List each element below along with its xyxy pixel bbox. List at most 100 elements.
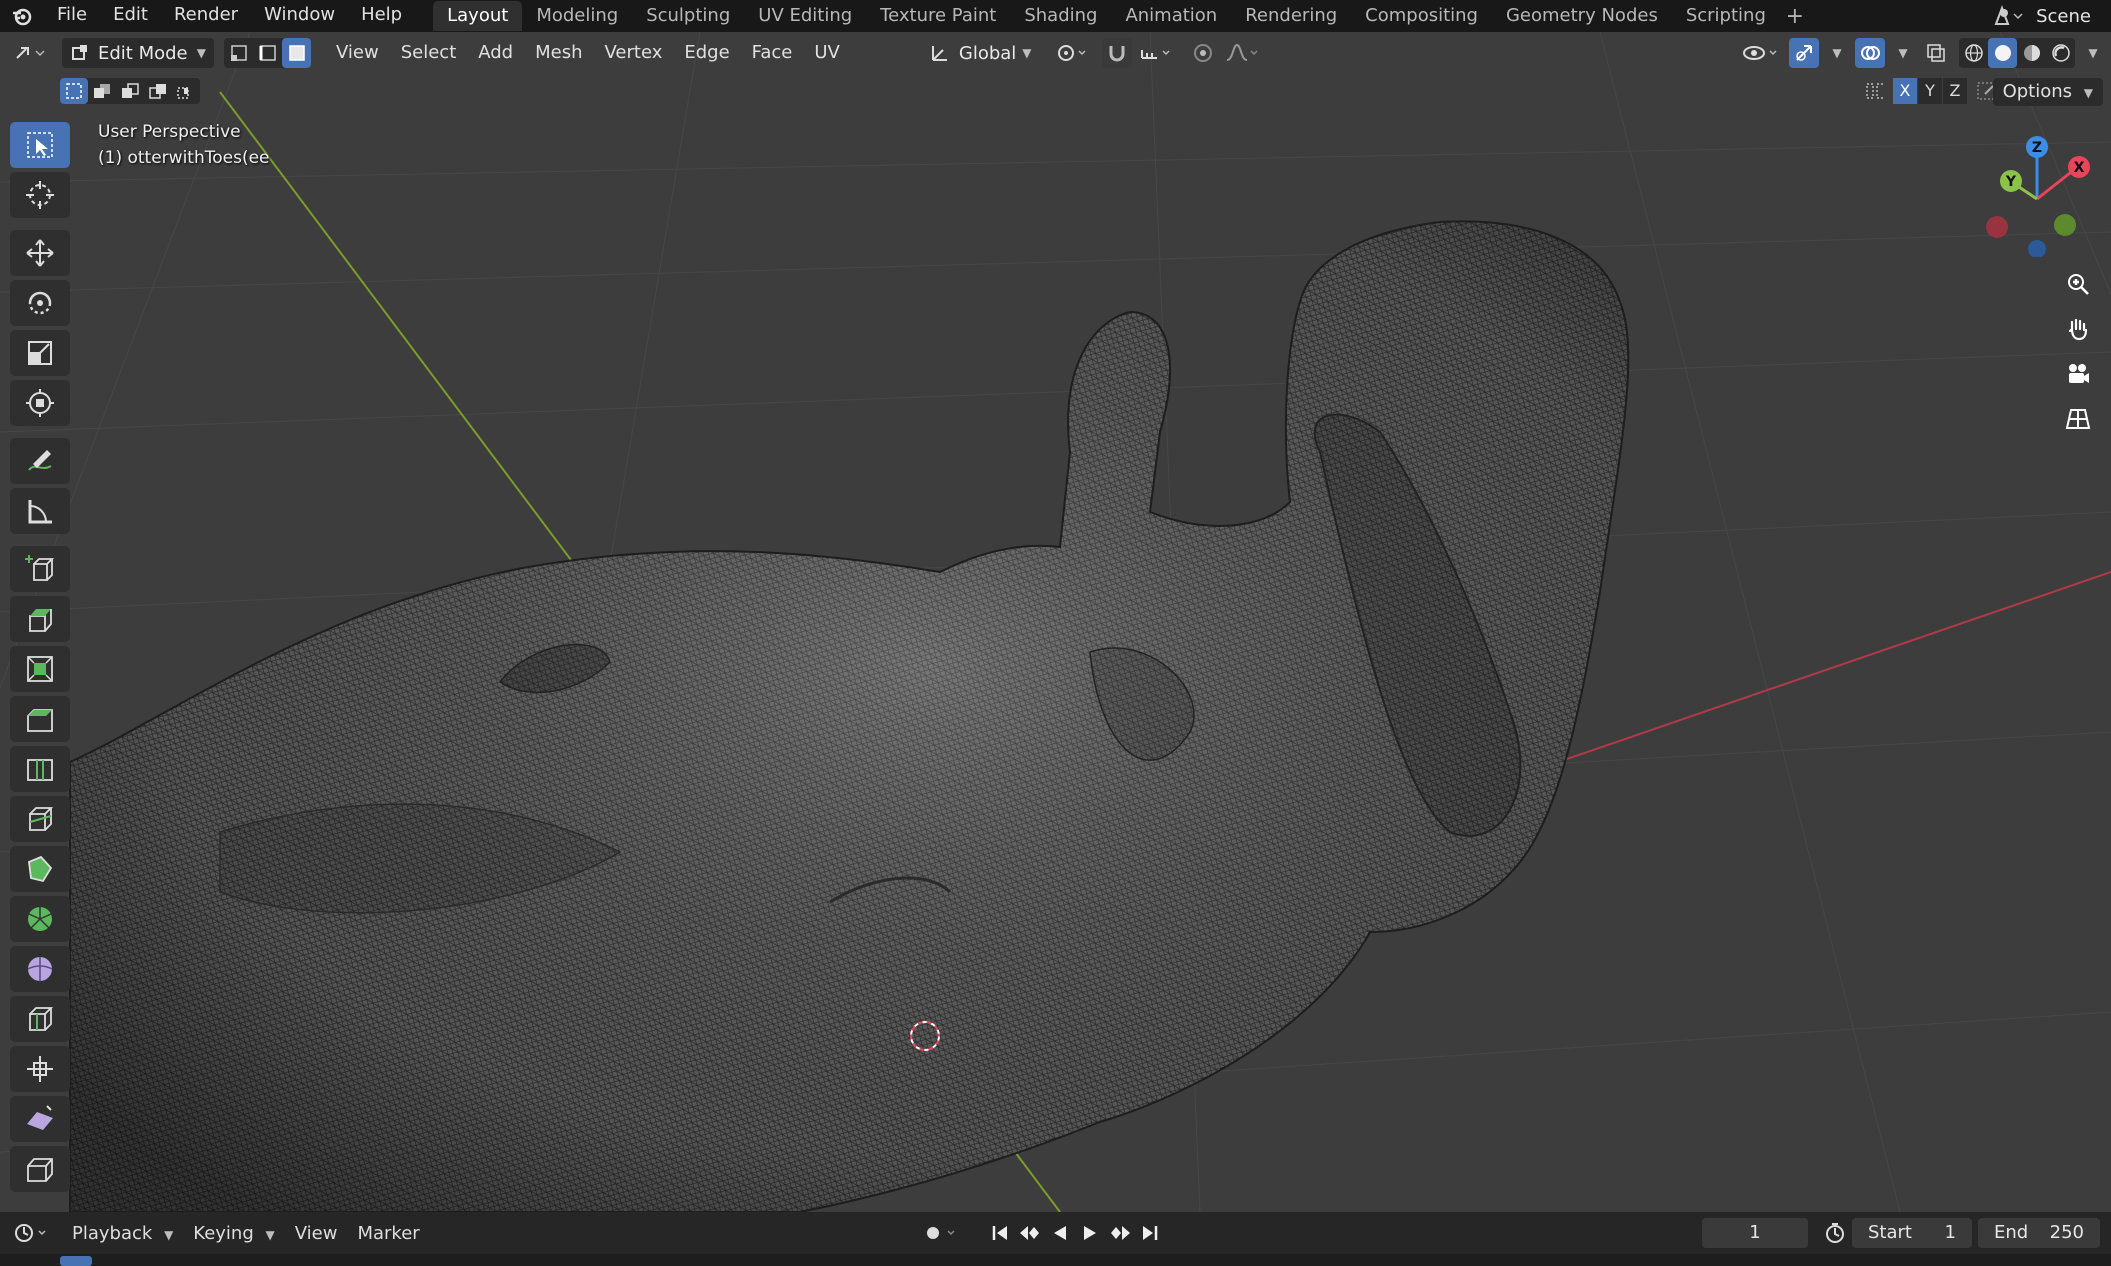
preview-range-toggle[interactable] [1820, 1218, 1850, 1248]
tool-measure[interactable] [10, 488, 70, 534]
mirror-x-toggle[interactable]: X [1893, 78, 1917, 104]
editor-type-button[interactable] [8, 38, 56, 68]
menu-select[interactable]: Select [390, 38, 468, 68]
scene-selector[interactable]: Scene [1990, 0, 2111, 32]
next-keyframe-button[interactable] [1105, 1218, 1135, 1248]
tool-add-cube[interactable] [10, 546, 70, 592]
zoom-button[interactable] [2058, 264, 2098, 304]
snap-toggle[interactable] [1101, 38, 1132, 68]
tool-knife[interactable] [10, 796, 70, 842]
gizmo-dropdown[interactable]: ▼ [1823, 38, 1845, 68]
vertex-select-button[interactable] [224, 38, 253, 68]
tab-animation[interactable]: Animation [1111, 1, 1231, 31]
material-shading-button[interactable] [2017, 38, 2046, 68]
tool-shear[interactable] [10, 1096, 70, 1142]
select-invert-button[interactable] [144, 78, 172, 104]
snap-target-button[interactable] [1136, 38, 1178, 68]
edge-select-button[interactable] [253, 38, 282, 68]
solid-shading-button[interactable] [1988, 38, 2017, 68]
gizmo-neg-z-axis[interactable] [2028, 240, 2046, 257]
select-new-button[interactable] [60, 78, 88, 104]
proportional-falloff-button[interactable] [1222, 38, 1264, 68]
overlays-toggle[interactable] [1855, 38, 1885, 68]
tool-edge-slide[interactable] [10, 996, 70, 1042]
menu-edit[interactable]: Edit [100, 0, 161, 32]
overlays-dropdown[interactable]: ▼ [1889, 38, 1911, 68]
tool-transform[interactable] [10, 380, 70, 426]
tab-texture-paint[interactable]: Texture Paint [866, 1, 1010, 31]
pivot-point-button[interactable] [1052, 38, 1094, 68]
mirror-y-toggle[interactable]: Y [1918, 78, 1942, 104]
timeline-menu-playback[interactable]: Playback ▼ [62, 1223, 183, 1244]
jump-start-button[interactable] [985, 1218, 1015, 1248]
menu-vertex[interactable]: Vertex [594, 38, 674, 68]
tool-poly-build[interactable] [10, 846, 70, 892]
options-dropdown[interactable]: Options ▼ [1992, 78, 2103, 106]
timeline-ruler[interactable] [0, 1254, 2111, 1266]
menu-edge[interactable]: Edge [673, 38, 740, 68]
tab-rendering[interactable]: Rendering [1231, 1, 1351, 31]
menu-render[interactable]: Render [161, 0, 251, 32]
face-select-button[interactable] [282, 38, 311, 68]
tool-loop-cut[interactable] [10, 746, 70, 792]
start-frame-field[interactable]: Start 1 [1852, 1218, 1972, 1248]
3d-viewport[interactable]: Edit Mode ▼ View Select Add Mesh Vertex … [0, 32, 2111, 1212]
tool-extrude-region[interactable] [10, 596, 70, 642]
menu-help[interactable]: Help [348, 0, 415, 32]
tool-rotate[interactable] [10, 280, 70, 326]
menu-view[interactable]: View [325, 38, 390, 68]
blender-logo-icon[interactable] [0, 0, 44, 32]
tool-smooth[interactable] [10, 946, 70, 992]
end-frame-field[interactable]: End 250 [1978, 1218, 2100, 1248]
pan-button[interactable] [2058, 309, 2098, 349]
tool-rip-region[interactable] [10, 1146, 70, 1192]
tab-layout[interactable]: Layout [433, 1, 523, 31]
tab-sculpting[interactable]: Sculpting [632, 1, 744, 31]
proportional-edit-toggle[interactable] [1188, 38, 1218, 68]
play-reverse-button[interactable] [1045, 1218, 1075, 1248]
tool-select-box[interactable] [10, 122, 70, 168]
gizmo-neg-y-axis[interactable] [2054, 214, 2076, 236]
select-intersect-button[interactable] [172, 78, 200, 104]
mode-selector[interactable]: Edit Mode ▼ [62, 38, 214, 68]
current-frame-field[interactable]: 1 [1702, 1218, 1808, 1248]
tool-bevel[interactable] [10, 696, 70, 742]
visibility-button[interactable] [1739, 38, 1785, 68]
gizmo-neg-x-axis[interactable] [1986, 216, 2008, 238]
tab-geometry-nodes[interactable]: Geometry Nodes [1492, 1, 1672, 31]
tool-annotate[interactable] [10, 438, 70, 484]
tool-shrink-fatten[interactable] [10, 1046, 70, 1092]
tab-shading[interactable]: Shading [1010, 1, 1111, 31]
tool-scale[interactable] [10, 330, 70, 376]
auto-keying-toggle[interactable] [922, 1218, 964, 1248]
tab-scripting[interactable]: Scripting [1672, 1, 1780, 31]
gizmo-toggle[interactable] [1789, 38, 1819, 68]
tab-modeling[interactable]: Modeling [522, 1, 632, 31]
transform-orientation-selector[interactable]: Global ▼ [921, 38, 1040, 68]
mirror-z-toggle[interactable]: Z [1943, 78, 1967, 104]
xray-toggle[interactable] [1921, 38, 1951, 68]
rendered-shading-button[interactable] [2046, 38, 2075, 68]
otter-mesh[interactable] [69, 220, 1630, 1212]
navigation-gizmo[interactable]: Z X Y [1975, 127, 2105, 257]
timeline-menu-view[interactable]: View [285, 1223, 348, 1244]
tab-compositing[interactable]: Compositing [1351, 1, 1492, 31]
play-button[interactable] [1075, 1218, 1105, 1248]
menu-window[interactable]: Window [251, 0, 348, 32]
select-subtract-button[interactable] [116, 78, 144, 104]
tool-move[interactable] [10, 230, 70, 276]
timeline-menu-marker[interactable]: Marker [347, 1223, 429, 1244]
wireframe-shading-button[interactable] [1959, 38, 1988, 68]
camera-view-button[interactable] [2058, 354, 2098, 394]
tool-cursor[interactable] [10, 172, 70, 218]
timeline-editor-type-button[interactable] [10, 1218, 54, 1248]
ortho-toggle-button[interactable] [2058, 399, 2098, 439]
menu-mesh[interactable]: Mesh [524, 38, 593, 68]
tool-spin[interactable] [10, 896, 70, 942]
menu-add[interactable]: Add [467, 38, 524, 68]
menu-uv[interactable]: UV [803, 38, 851, 68]
jump-end-button[interactable] [1135, 1218, 1165, 1248]
prev-keyframe-button[interactable] [1015, 1218, 1045, 1248]
tab-uv-editing[interactable]: UV Editing [744, 1, 866, 31]
shading-dropdown[interactable]: ▼ [2079, 38, 2101, 68]
